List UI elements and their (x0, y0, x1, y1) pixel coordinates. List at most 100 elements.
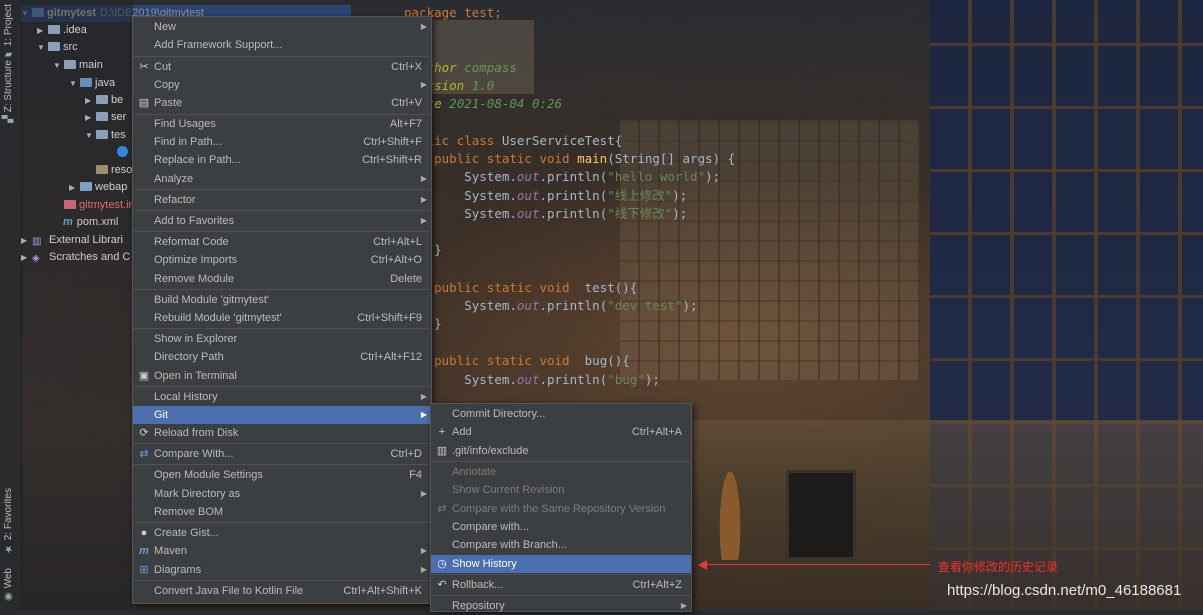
menu-item-find-in-path[interactable]: Find in Path... Ctrl+Shift+F (133, 133, 431, 151)
tree-item-java[interactable]: ▼ java (69, 75, 115, 92)
git-item-exclude[interactable]: ▥ .git/info/exclude (431, 442, 691, 460)
menu-separator (134, 386, 430, 387)
menu-item-reformat-code[interactable]: Reformat Code Ctrl+Alt+L (133, 233, 431, 251)
tool-tab-web[interactable]: ◉ Web (3, 568, 14, 602)
menu-separator (134, 580, 430, 581)
menu-item-compare-with[interactable]: ⇄ Compare With... Ctrl+D (133, 445, 431, 463)
menu-item-rebuild-module[interactable]: Rebuild Module 'gitmytest' Ctrl+Shift+F9 (133, 309, 431, 327)
code-line: public class UserServiceTest{ (404, 133, 623, 148)
submenu-arrow-icon: ▶ (420, 216, 427, 225)
folder-icon (48, 42, 60, 51)
submenu-arrow-icon: ▶ (420, 80, 427, 89)
tree-item-package[interactable]: ▶ be (85, 92, 123, 109)
menu-item-find-usages[interactable]: Find Usages Alt+F7 (133, 115, 431, 133)
resources-folder-icon (96, 165, 108, 174)
git-item-show-history[interactable]: ◷ Show History (431, 555, 691, 573)
collapse-arrow-icon[interactable]: ▶ (85, 92, 95, 109)
tool-tab-structure[interactable]: ▞ Z: Structure (3, 60, 14, 123)
tool-tab-favorites[interactable]: ★ 2: Favorites (3, 488, 14, 554)
menu-item-replace-in-path[interactable]: Replace in Path... Ctrl+Shift+R (133, 151, 431, 169)
git-item-rollback[interactable]: ↶ Rollback... Ctrl+Alt+Z (431, 576, 691, 594)
git-item-add[interactable]: + Add Ctrl+Alt+A (431, 423, 691, 441)
tree-item-idea[interactable]: ▶ .idea (37, 22, 87, 39)
tree-item-src[interactable]: ▼ src (37, 39, 78, 56)
menu-item-new[interactable]: New ▶ (133, 18, 431, 36)
code-line: public static void test(){ (434, 280, 638, 295)
code-line: System.out.println("bug"); (464, 372, 660, 387)
menu-item-remove-module[interactable]: Remove Module Delete (133, 270, 431, 288)
menu-item-git[interactable]: Git ▶ (133, 406, 431, 424)
reload-icon: ⟳ (139, 427, 149, 439)
menu-item-diagrams[interactable]: ⊞ Diagrams ▶ (133, 561, 431, 579)
tree-item-webapp[interactable]: ▶ webap (69, 179, 127, 196)
library-icon: ▥ (32, 236, 42, 247)
java-class-icon (117, 146, 128, 157)
code-line: public static void bug(){ (434, 353, 630, 368)
tree-item-pom[interactable]: m pom.xml (53, 214, 118, 231)
menu-item-build-module[interactable]: Build Module 'gitmytest' (133, 291, 431, 309)
menu-separator (432, 461, 690, 462)
maven-icon: m (139, 545, 149, 557)
collapse-arrow-icon[interactable]: ▶ (21, 249, 31, 266)
folder-icon (48, 25, 60, 34)
tool-tab-web-label: Web (3, 568, 14, 589)
scissors-icon: ✂ (139, 61, 149, 73)
tree-item-scratches[interactable]: ▶ ◈ Scratches and C (21, 249, 130, 266)
menu-item-maven[interactable]: m Maven ▶ (133, 542, 431, 560)
git-submenu: Commit Directory... + Add Ctrl+Alt+A ▥ .git… (430, 403, 692, 612)
collapse-arrow-icon[interactable]: ▶ (85, 109, 95, 126)
git-item-compare-same-repo[interactable]: ⇄ Compare with the Same Repository Versio… (431, 500, 691, 518)
tree-item-resources[interactable]: resou (85, 162, 133, 179)
menu-item-add-framework-support[interactable]: Add Framework Support... (133, 36, 431, 54)
menu-separator (134, 210, 430, 211)
menu-item-optimize-imports[interactable]: Optimize Imports Ctrl+Alt+O (133, 251, 431, 269)
tree-item-external-libraries[interactable]: ▶ ▥ External Librari (21, 232, 123, 249)
menu-item-create-gist[interactable]: ● Create Gist... (133, 524, 431, 542)
tree-item-iml[interactable]: gitmytest.iml (53, 197, 133, 214)
menu-item-local-history[interactable]: Local History ▶ (133, 388, 431, 406)
menu-item-paste[interactable]: ▤ Paste Ctrl+V (133, 94, 431, 112)
expand-arrow-icon[interactable]: ▼ (53, 57, 63, 74)
menu-item-copy[interactable]: Copy ▶ (133, 76, 431, 94)
collapse-arrow-icon[interactable]: ▶ (69, 179, 79, 196)
tree-item-package[interactable]: ▶ ser (85, 109, 126, 126)
menu-item-cut[interactable]: ✂ Cut Ctrl+X (133, 58, 431, 76)
code-line: System.out.println("线上修改"); (464, 188, 688, 203)
menu-item-analyze[interactable]: Analyze ▶ (133, 170, 431, 188)
star-icon: ★ (3, 543, 14, 555)
expand-arrow-icon[interactable]: ▼ (85, 127, 95, 144)
menu-item-directory-path[interactable]: Directory Path Ctrl+Alt+F12 (133, 348, 431, 366)
tree-item-package[interactable]: ▼ tes (85, 127, 126, 144)
menu-separator (134, 328, 430, 329)
tree-item-main[interactable]: ▼ main (53, 57, 103, 74)
menu-item-add-to-favorites[interactable]: Add to Favorites ▶ (133, 212, 431, 230)
submenu-arrow-icon: ▶ (420, 195, 427, 204)
collapse-arrow-icon[interactable]: ▶ (21, 232, 31, 249)
file-icon: ▥ (436, 445, 448, 457)
menu-item-open-in-terminal[interactable]: ▣ Open in Terminal (133, 367, 431, 385)
menu-item-mark-directory-as[interactable]: Mark Directory as ▶ (133, 485, 431, 503)
git-item-repository[interactable]: Repository ▶ (431, 597, 691, 615)
expand-arrow-icon[interactable]: ▼ (37, 39, 47, 56)
menu-item-show-in-explorer[interactable]: Show in Explorer (133, 330, 431, 348)
collapse-arrow-icon[interactable]: ▶ (37, 22, 47, 39)
expand-arrow-icon[interactable]: ▼ (69, 75, 79, 92)
tree-item-label: resou (111, 164, 133, 176)
menu-separator (432, 574, 690, 575)
menu-item-convert-to-kotlin[interactable]: Convert Java File to Kotlin File Ctrl+Alt… (133, 582, 431, 600)
menu-item-reload-from-disk[interactable]: ⟳ Reload from Disk (133, 424, 431, 442)
git-item-compare-with[interactable]: Compare with... (431, 518, 691, 536)
menu-item-remove-bom[interactable]: Remove BOM (133, 503, 431, 521)
menu-item-refactor[interactable]: Refactor ▶ (133, 191, 431, 209)
package-icon (96, 130, 108, 139)
compare-icon: ⇄ (437, 503, 447, 515)
code-line: public static void main(String[] args) { (434, 151, 736, 166)
git-item-commit-directory[interactable]: Commit Directory... (431, 405, 691, 423)
tree-item-class[interactable] (117, 145, 131, 162)
git-item-annotate[interactable]: Annotate (431, 463, 691, 481)
git-item-compare-with-branch[interactable]: Compare with Branch... (431, 536, 691, 554)
tool-tab-project[interactable]: ▰ 1: Project (3, 4, 14, 60)
git-item-show-current-revision[interactable]: Show Current Revision (431, 481, 691, 499)
menu-item-open-module-settings[interactable]: Open Module Settings F4 (133, 466, 431, 484)
tree-item-label: External Librari (49, 234, 123, 246)
